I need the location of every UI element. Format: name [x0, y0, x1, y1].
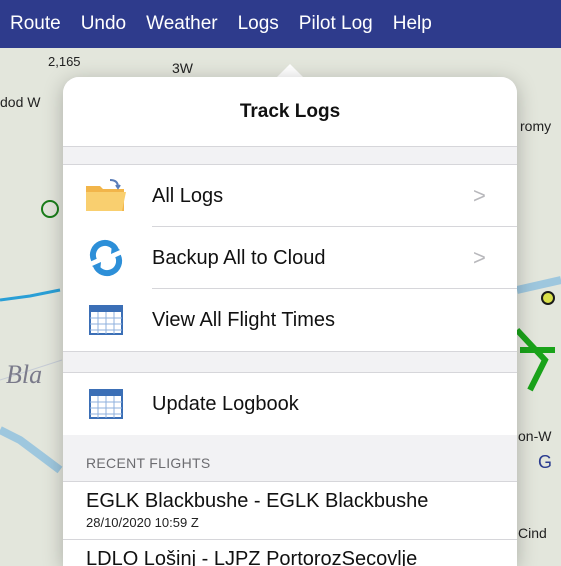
map-place-label: dod W	[0, 94, 41, 110]
popover-arrow	[276, 64, 304, 78]
flight-times-row[interactable]: View All Flight Times	[63, 289, 517, 351]
cloud-sync-icon	[83, 238, 129, 278]
map-place-label-right: romy	[520, 118, 552, 134]
flight-route: EGLK Blackbushe - EGLK Blackbushe	[86, 490, 429, 512]
recent-flight-item[interactable]: LDLO Lošinj - LJPZ PortorozSecovlje	[63, 539, 517, 566]
flight-timestamp: 28/10/2020 10:59 Z	[86, 515, 199, 530]
map-region-label: Bla	[6, 360, 43, 389]
folder-icon	[83, 176, 129, 216]
map-place-label-right-3: Cind	[518, 525, 547, 541]
menu-pilot-log[interactable]: Pilot Log	[299, 13, 373, 35]
backup-cloud-row[interactable]: Backup All to Cloud >	[63, 227, 517, 289]
chevron-right-icon: >	[473, 183, 486, 208]
popover-header: Track Logs	[63, 77, 517, 147]
map-place-label-right-2: on-W	[518, 428, 552, 444]
menu-help[interactable]: Help	[393, 13, 432, 35]
menu-weather[interactable]: Weather	[146, 13, 217, 35]
backup-cloud-label: Backup All to Cloud	[152, 246, 326, 269]
all-logs-row[interactable]: All Logs >	[63, 165, 517, 227]
menu-route[interactable]: Route	[10, 13, 61, 35]
section-spacer	[63, 147, 517, 165]
all-logs-label: All Logs	[152, 184, 224, 207]
top-menu-bar: Route Undo Weather Logs Pilot Log Help	[0, 0, 561, 48]
recent-flights-header: RECENT FLIGHTS	[63, 435, 517, 481]
table-icon	[83, 384, 129, 424]
track-logs-popover: Track Logs All Logs > Backup All to Clou…	[63, 77, 517, 566]
popover-title: Track Logs	[239, 100, 341, 122]
map-elevation-label: 2,165	[48, 54, 81, 69]
flight-route: LDLO Lošinj - LJPZ PortorozSecovlje	[86, 548, 418, 566]
table-icon	[83, 300, 129, 340]
map-runway-label: 3W	[172, 60, 193, 76]
update-logbook-row[interactable]: Update Logbook	[63, 373, 517, 435]
chevron-right-icon: >	[473, 245, 486, 270]
update-logbook-label: Update Logbook	[152, 392, 299, 415]
menu-logs[interactable]: Logs	[238, 13, 279, 35]
map-airport-label: G	[538, 452, 553, 472]
flight-times-label: View All Flight Times	[152, 308, 336, 331]
section-spacer	[63, 351, 517, 373]
menu-undo[interactable]: Undo	[81, 13, 126, 35]
recent-flight-item[interactable]: EGLK Blackbushe - EGLK Blackbushe 28/10/…	[63, 481, 517, 539]
